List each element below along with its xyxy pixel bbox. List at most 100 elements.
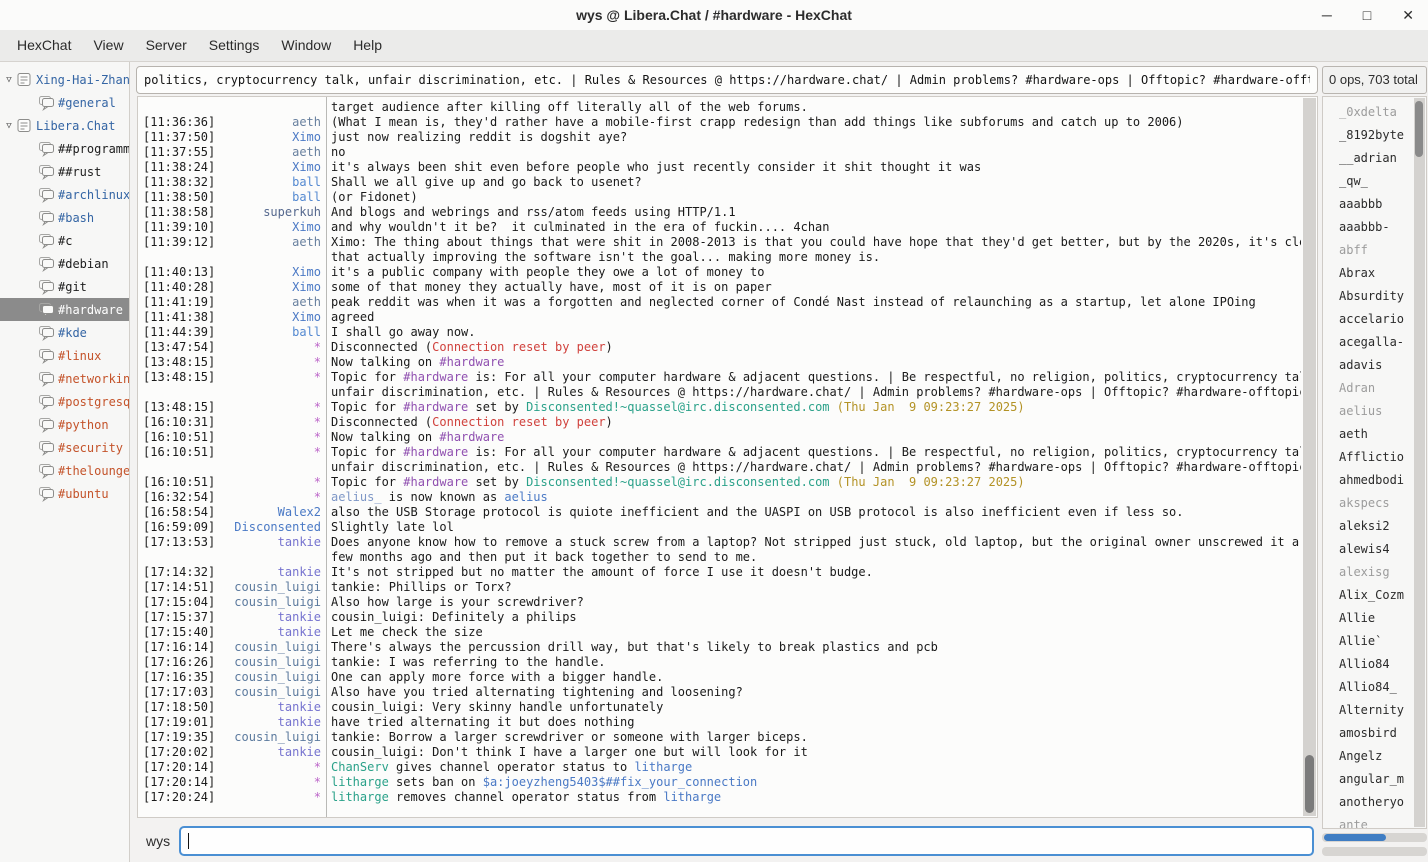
timestamp: [11:40:28]: [138, 280, 216, 295]
userlist-item[interactable]: Adran: [1323, 377, 1414, 400]
sidebar-item-thelounge[interactable]: #thelounge: [0, 459, 129, 482]
sidebar-item-rust[interactable]: ##rust: [0, 160, 129, 183]
userlist-scrollbar[interactable]: [1414, 98, 1425, 827]
userlist-item[interactable]: Alternity: [1323, 699, 1414, 722]
menu-hexchat[interactable]: HexChat: [6, 30, 82, 61]
channel-name: ##rust: [58, 165, 101, 179]
expander-icon[interactable]: ▽: [2, 121, 16, 131]
channel-icon: [38, 95, 55, 111]
userlist-item[interactable]: angular_m: [1323, 768, 1414, 791]
sidebar-item-hardware[interactable]: #hardware: [0, 298, 129, 321]
userlist-item[interactable]: akspecs: [1323, 492, 1414, 515]
sidebar-item-kde[interactable]: #kde: [0, 321, 129, 344]
chat-scrollbar-thumb[interactable]: [1305, 755, 1314, 813]
userlist-item[interactable]: Absurdity: [1323, 285, 1414, 308]
message-text: few months ago and then put it back toge…: [321, 550, 757, 565]
sidebar-item-c[interactable]: #c: [0, 229, 129, 252]
userlist-item[interactable]: Allie: [1323, 607, 1414, 630]
userlist-item[interactable]: aaabbb-: [1323, 216, 1414, 239]
expander-icon[interactable]: ▽: [2, 75, 16, 85]
menu-settings[interactable]: Settings: [198, 30, 271, 61]
sidebar-item-git[interactable]: #git: [0, 275, 129, 298]
sidebar-item-bash[interactable]: #bash: [0, 206, 129, 229]
chat-line: [11:40:28]Ximosome of that money they ac…: [138, 280, 1301, 295]
timestamp: [17:17:03]: [138, 685, 216, 700]
userlist-item[interactable]: alexisg: [1323, 561, 1414, 584]
chat-line: [11:36:36]aeth(What I mean is, they'd ra…: [138, 115, 1301, 130]
nick: Ximo: [216, 160, 321, 175]
chat-line: [11:37:55]aethno: [138, 145, 1301, 160]
chat-scrollbar[interactable]: [1303, 98, 1316, 816]
maximize-icon[interactable]: □: [1363, 7, 1371, 23]
sidebar-item-security[interactable]: #security: [0, 436, 129, 459]
userlist-item[interactable]: Alix_Cozm: [1323, 584, 1414, 607]
userlist-item[interactable]: Allio84_: [1323, 676, 1414, 699]
userlist-item[interactable]: _8192byte: [1323, 124, 1414, 147]
userlist-scrollbar-thumb[interactable]: [1415, 101, 1423, 157]
network-row-xing-hai-zhan[interactable]: ▽Xing-Hai-Zhan: [0, 68, 129, 91]
timestamp: [13:48:15]: [138, 355, 216, 370]
chat-line: [16:32:54]*aelius_ is now known as aeliu…: [138, 490, 1301, 505]
userlist-hscrollbar-thumb[interactable]: [1324, 834, 1386, 841]
menu-view[interactable]: View: [82, 30, 134, 61]
chat-line: [17:20:02]tankiecousin_luigi: Don't thin…: [138, 745, 1301, 760]
chat-line: [17:18:50]tankiecousin_luigi: Very skinn…: [138, 700, 1301, 715]
userlist-item[interactable]: aelius: [1323, 400, 1414, 423]
nick: *: [216, 475, 321, 490]
chat-line: [17:16:26]cousin_luigitankie: I was refe…: [138, 655, 1301, 670]
userlist-item[interactable]: amosbird: [1323, 722, 1414, 745]
chat-line: [13:48:15]*Now talking on #hardware: [138, 355, 1301, 370]
userlist-item[interactable]: adavis: [1323, 354, 1414, 377]
message-input[interactable]: [179, 826, 1314, 856]
userlist-item[interactable]: Allie`: [1323, 630, 1414, 653]
sidebar-item-debian[interactable]: #debian: [0, 252, 129, 275]
close-icon[interactable]: ✕: [1402, 7, 1414, 24]
minimize-icon[interactable]: ─: [1322, 7, 1332, 23]
userlist-item[interactable]: _0xdelta: [1323, 101, 1414, 124]
userlist-item[interactable]: anotheryo: [1323, 791, 1414, 814]
nick: Disconsented: [216, 520, 321, 535]
message-text: Topic for #hardware is: For all your com…: [321, 370, 1301, 385]
sidebar-item-python[interactable]: #python: [0, 413, 129, 436]
sidebar-item-archlinux[interactable]: #archlinux: [0, 183, 129, 206]
sidebar-item-programming[interactable]: ##programming: [0, 137, 129, 160]
userlist-item[interactable]: alewis4: [1323, 538, 1414, 561]
userlist-item[interactable]: ahmedbodi: [1323, 469, 1414, 492]
message-text: tankie: Phillips or Torx?: [321, 580, 512, 595]
menu-help[interactable]: Help: [342, 30, 393, 61]
userlist-item[interactable]: abff: [1323, 239, 1414, 262]
userlist-item[interactable]: Abrax: [1323, 262, 1414, 285]
timestamp: [17:14:32]: [138, 565, 216, 580]
channel-icon: [38, 394, 55, 410]
timestamp: [17:20:02]: [138, 745, 216, 760]
userlist-item[interactable]: _qw_: [1323, 170, 1414, 193]
sidebar-item-postgresql[interactable]: #postgresql: [0, 390, 129, 413]
menu-server[interactable]: Server: [135, 30, 198, 61]
sidebar-item-general[interactable]: #general: [0, 91, 129, 114]
topic-input[interactable]: [136, 66, 1318, 94]
network-row-libera.chat[interactable]: ▽Libera.Chat: [0, 114, 129, 137]
userlist-item[interactable]: aleksi2: [1323, 515, 1414, 538]
userlist-item[interactable]: Angelz: [1323, 745, 1414, 768]
userlist-hscrollbar[interactable]: [1322, 833, 1427, 842]
nick: aeth: [216, 295, 321, 310]
userlist-item[interactable]: aaabbb: [1323, 193, 1414, 216]
userlist-item[interactable]: ante: [1323, 814, 1414, 828]
menu-window[interactable]: Window: [270, 30, 342, 61]
chat-line: [11:41:38]Ximoagreed: [138, 310, 1301, 325]
userlist-hscrollbar-secondary[interactable]: [1322, 847, 1427, 856]
userlist-item[interactable]: Afflictio: [1323, 446, 1414, 469]
userlist-item[interactable]: Allio84: [1323, 653, 1414, 676]
channel-tree: ▽Xing-Hai-Zhan#general▽Libera.Chat##prog…: [0, 62, 130, 862]
text-caret: [188, 833, 189, 849]
sidebar-item-networking[interactable]: #networking: [0, 367, 129, 390]
channel-name: #archlinux: [58, 188, 129, 202]
userlist-item[interactable]: aeth: [1323, 423, 1414, 446]
sidebar-item-linux[interactable]: #linux: [0, 344, 129, 367]
userlist-item[interactable]: accelario: [1323, 308, 1414, 331]
userlist-item[interactable]: __adrian: [1323, 147, 1414, 170]
hexchat-window: wys @ Libera.Chat / #hardware - HexChat …: [0, 0, 1428, 862]
nick: Ximo: [216, 265, 321, 280]
sidebar-item-ubuntu[interactable]: #ubuntu: [0, 482, 129, 505]
userlist-item[interactable]: acegalla-: [1323, 331, 1414, 354]
